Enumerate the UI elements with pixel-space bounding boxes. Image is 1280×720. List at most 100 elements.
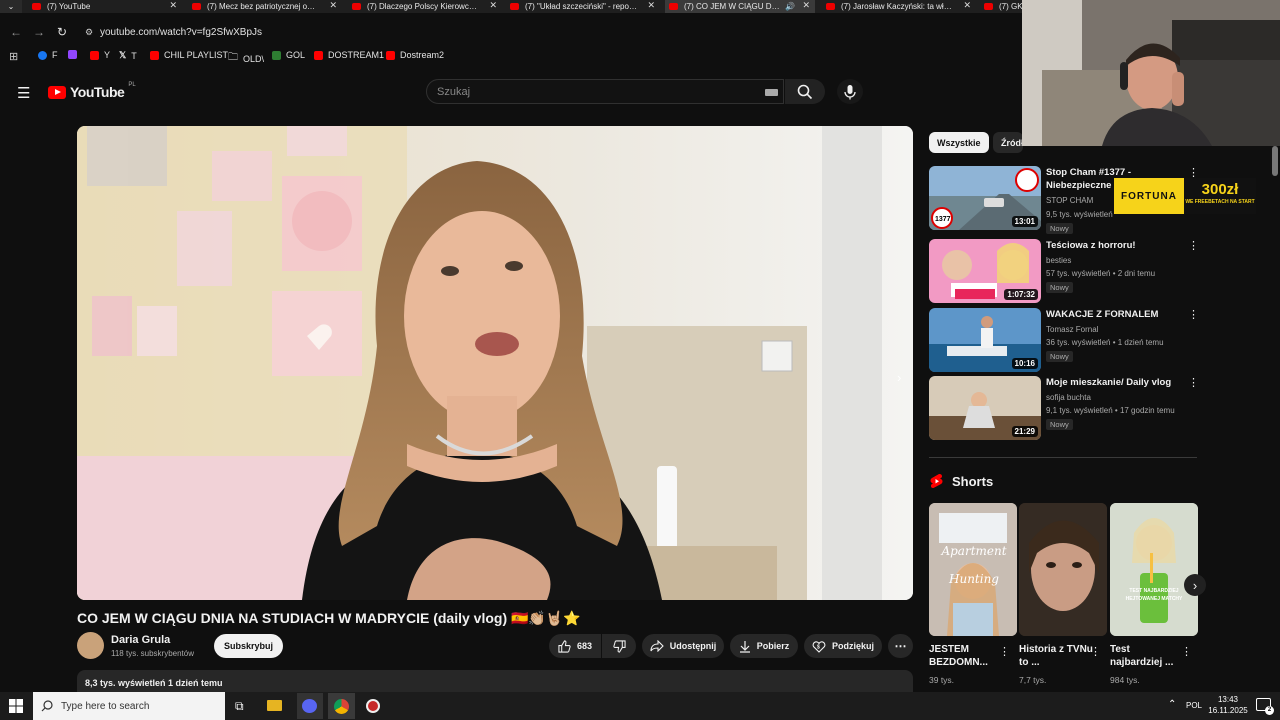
tab-5[interactable]: (7) Jarosław Kaczyński: ta władz ✕	[826, 0, 971, 13]
video-thumbnail[interactable]: 1377 13:01	[929, 166, 1041, 230]
tab-2[interactable]: (7) Dlaczego Polscy Kierowcy N ✕	[352, 0, 497, 13]
search-input[interactable]: Szukaj	[426, 79, 784, 104]
close-icon[interactable]: ✕	[489, 0, 497, 11]
recommendation-item[interactable]: 21:29 Moje mieszkanie/ Daily vlog sofija…	[929, 376, 1199, 442]
taskbar-chrome[interactable]	[328, 693, 355, 719]
tab-6[interactable]: (7) GK	[984, 0, 1024, 13]
youtube-logo[interactable]: YouTube PL	[48, 82, 136, 100]
more-vertical-icon[interactable]: ⋮	[1181, 645, 1192, 658]
close-icon[interactable]: ✕	[963, 0, 971, 11]
tab-1[interactable]: (7) Mecz bez patriotycznej opr... ✕	[192, 0, 337, 13]
obs-icon[interactable]	[366, 699, 380, 713]
voice-search-button[interactable]	[837, 79, 863, 104]
video-thumbnail[interactable]: 1:07:32	[929, 239, 1041, 303]
speaker-icon[interactable]: 🔊	[785, 2, 795, 11]
close-icon[interactable]: ✕	[802, 0, 810, 11]
more-vertical-icon[interactable]: ⋮	[999, 645, 1010, 658]
short-title[interactable]: JESTEM BEZDOMN...	[929, 643, 1003, 669]
like-button[interactable]: 683	[549, 634, 601, 658]
recommendation-item[interactable]: 1:07:32 Teściowa z horroru! besties 57 t…	[929, 239, 1199, 305]
video-thumbnail[interactable]: 21:29	[929, 376, 1041, 440]
rec-title[interactable]: Teściowa z horroru!	[1046, 239, 1186, 252]
close-icon[interactable]: ✕	[329, 0, 337, 11]
thanks-heart-icon: $	[812, 641, 826, 653]
chip-source[interactable]: Źródł	[993, 132, 1023, 153]
file-explorer-icon[interactable]	[267, 700, 282, 711]
facebook-icon	[38, 50, 47, 60]
divider	[929, 457, 1197, 458]
more-vertical-icon[interactable]: ⋮	[1090, 645, 1101, 658]
rec-channel[interactable]: STOP CHAM	[1046, 196, 1093, 205]
channel-name[interactable]: Daria Grula	[111, 634, 170, 646]
more-vertical-icon[interactable]: ⋮	[1188, 239, 1199, 252]
tab-search-button[interactable]: ⌄	[0, 0, 22, 13]
view-count-date: 8,3 tys. wyświetleń 1 dzień temu	[85, 678, 223, 688]
tray-chevron-up-icon[interactable]: ⌃	[1168, 699, 1176, 710]
short-thumbnail[interactable]: Apartment Hunting	[929, 503, 1017, 636]
search-button[interactable]	[785, 79, 825, 104]
apps-grid-icon[interactable]: ⊞	[9, 50, 18, 63]
address-bar[interactable]: youtube.com/watch?v=fg2SfwXBpJs	[100, 27, 262, 38]
tab-0[interactable]: (7) YouTube ✕	[32, 0, 177, 13]
task-view-icon[interactable]: ⧉	[235, 699, 244, 714]
rec-channel[interactable]: Tomasz Fornal	[1046, 325, 1098, 334]
bookmark-dostream1[interactable]: DOSTREAM1	[314, 50, 384, 60]
bookmark-t[interactable]: 𝕏T	[119, 50, 137, 61]
shorts-next-button[interactable]: ›	[1184, 574, 1206, 596]
new-badge: Nowy	[1046, 351, 1073, 362]
rec-channel[interactable]: besties	[1046, 256, 1071, 265]
bookmark-chil-playlist[interactable]: CHIL PLAYLIST	[150, 50, 228, 60]
rec-channel[interactable]: sofija buchta	[1046, 393, 1091, 402]
forward-arrow-icon[interactable]: →	[33, 25, 45, 39]
recommendation-item[interactable]: 10:16 WAKACJE Z FORNALEM Tomasz Fornal 3…	[929, 308, 1199, 374]
site-info-icon[interactable]: ⚙	[85, 27, 93, 38]
bookmark-f[interactable]: F	[38, 50, 58, 60]
thanks-button[interactable]: $ Podziękuj	[804, 634, 882, 658]
video-frame	[77, 126, 913, 600]
close-icon[interactable]: ✕	[647, 0, 655, 11]
bookmark-twitch[interactable]	[68, 50, 77, 59]
short-thumbnail[interactable]: TEST NAJBARDZIEJ HEJTOWANEJ MATCHY	[1110, 503, 1198, 636]
language-indicator[interactable]: POL	[1186, 701, 1202, 710]
clock[interactable]: 13:43 16.11.2025	[1208, 694, 1248, 716]
chip-all[interactable]: Wszystkie	[929, 132, 989, 153]
more-actions-button[interactable]: ⋯	[888, 634, 913, 658]
reload-icon[interactable]: ↻	[57, 25, 67, 39]
sponsor-ad-overlay: FORTUNA 300zł WE FREEBETACH NA START	[1114, 178, 1256, 214]
hamburger-menu-icon[interactable]: ☰	[17, 84, 30, 102]
video-player[interactable]: ›	[77, 126, 913, 600]
close-icon[interactable]: ✕	[169, 0, 177, 11]
keyboard-icon[interactable]	[765, 89, 778, 96]
shorts-icon	[930, 473, 943, 489]
search-icon	[41, 700, 53, 712]
subscribe-button[interactable]: Subskrybuj	[214, 634, 283, 658]
new-badge: Nowy	[1046, 223, 1073, 234]
share-button[interactable]: Udostępnij	[642, 634, 724, 658]
windows-start-icon[interactable]	[9, 699, 23, 713]
short-thumbnail[interactable]	[1019, 503, 1107, 636]
chevron-right-icon[interactable]: ›	[897, 370, 911, 385]
short-title[interactable]: Test najbardziej ...	[1110, 643, 1184, 669]
short-views: 39 tys.	[929, 675, 955, 685]
bookmark-gol[interactable]: GOL	[272, 50, 305, 60]
short-title[interactable]: Historia z TVNu to ...	[1019, 643, 1093, 669]
bookmark-folder-old[interactable]: 🗀 OLD\	[228, 50, 264, 67]
download-button[interactable]: Pobierz	[730, 634, 798, 658]
channel-avatar[interactable]	[77, 632, 104, 659]
tab-4-active[interactable]: (7) CO JEM W CIĄGU DNIA 🔊 ✕	[665, 0, 815, 13]
back-arrow-icon[interactable]: ←	[10, 25, 22, 39]
dislike-button[interactable]	[602, 634, 636, 658]
more-vertical-icon[interactable]: ⋮	[1188, 308, 1199, 321]
bookmark-dostream2[interactable]: Dostream2	[386, 50, 444, 60]
tab-3[interactable]: (7) "Układ szczeciński" - reporta ✕	[510, 0, 655, 13]
rec-title[interactable]: Moje mieszkanie/ Daily vlog	[1046, 376, 1186, 389]
bookmark-y[interactable]: Y	[90, 50, 110, 60]
page-scrollbar[interactable]	[1272, 146, 1278, 176]
video-thumbnail[interactable]: 10:16	[929, 308, 1041, 372]
more-vertical-icon[interactable]: ⋮	[1188, 376, 1199, 389]
rec-title[interactable]: WAKACJE Z FORNALEM	[1046, 308, 1186, 321]
taskbar-app-active[interactable]	[297, 693, 323, 719]
youtube-icon	[90, 50, 99, 60]
taskbar-search-input[interactable]: Type here to search	[33, 692, 225, 720]
rec-meta: 36 tys. wyświetleń • 1 dzień temu	[1046, 338, 1164, 347]
